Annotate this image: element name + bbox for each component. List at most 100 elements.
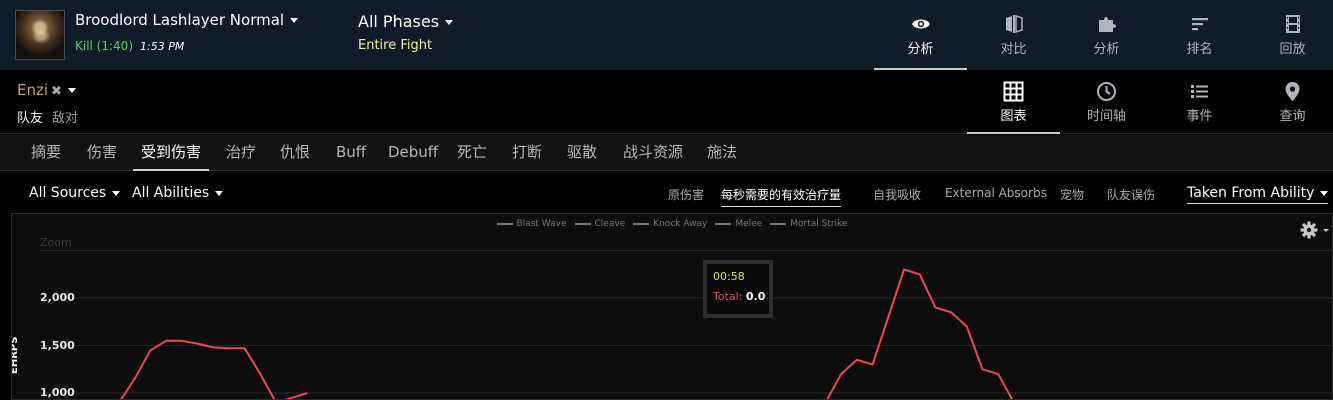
side-toggle: 队友 敌对 xyxy=(17,107,78,126)
topnav-label: 对比 xyxy=(1000,42,1027,57)
puzzle-icon xyxy=(1099,17,1116,32)
phase-select[interactable]: All Phases xyxy=(358,12,454,31)
topnav-replay[interactable]: 回放 xyxy=(1246,0,1333,70)
legend-swatch xyxy=(496,222,513,225)
phase-label: All Phases xyxy=(358,12,440,31)
zoom-label[interactable]: Zoom xyxy=(40,236,72,249)
taken-from-select[interactable]: Taken From Ability xyxy=(1187,185,1329,204)
legend-item[interactable]: Blast Wave xyxy=(496,219,567,229)
tab-threat[interactable]: 仇恨 xyxy=(272,135,318,171)
grid-icon xyxy=(1003,81,1024,102)
close-icon[interactable]: ✖ xyxy=(51,84,62,99)
legend-swatch xyxy=(715,222,732,225)
tab-healing[interactable]: 治疗 xyxy=(218,135,264,171)
chart-panel: Blast Wave Cleave Knock Away Melee Mortal St… xyxy=(11,213,1333,400)
topnav-compare[interactable]: 对比 xyxy=(967,0,1060,70)
fight-result: Kill (1:40) xyxy=(75,39,133,53)
chevron-down-icon xyxy=(1320,190,1329,196)
subtab-pets[interactable]: 宠物 xyxy=(1060,186,1084,203)
tooltip-value: 0.0 xyxy=(745,290,766,303)
tab-debuffs[interactable]: Debuff xyxy=(380,135,446,171)
abilities-filter[interactable]: All Abilities xyxy=(132,185,224,201)
taken-from-label: Taken From Ability xyxy=(1187,185,1315,201)
boss-name: Broodlord Lashlayer Normal xyxy=(75,11,285,29)
clock-icon xyxy=(1097,82,1116,101)
view-query[interactable]: 查询 xyxy=(1246,70,1333,134)
y-tick-label: 1,500 xyxy=(40,339,75,352)
abilities-label: All Abilities xyxy=(132,185,210,201)
view-tables[interactable]: 图表 xyxy=(967,70,1060,134)
fight-time: 1:53 PM xyxy=(140,40,185,53)
boss-select[interactable]: Broodlord Lashlayer Normal xyxy=(75,11,299,29)
tab-resources[interactable]: 战斗资源 xyxy=(615,135,691,171)
phase-subtitle: Entire Fight xyxy=(358,38,433,53)
gear-icon[interactable] xyxy=(1299,220,1331,240)
topnav-label: 分析 xyxy=(907,42,934,57)
player-select[interactable]: Enzi ✖ xyxy=(17,81,76,99)
report-tabs: 摘要 伤害 受到伤害 治疗 仇恨 Buff Debuff 死亡 打断 驱散 战斗… xyxy=(0,135,1333,171)
tab-deaths[interactable]: 死亡 xyxy=(449,135,495,171)
chevron-down-icon xyxy=(112,190,121,196)
subtab-self-absorbs[interactable]: 自我吸收 xyxy=(873,186,921,203)
legend-label: Mortal Strike xyxy=(790,219,848,229)
player-name: Enzi xyxy=(17,81,49,99)
list-icon xyxy=(1191,85,1208,98)
legend-item[interactable]: Melee xyxy=(715,219,762,229)
legend-swatch xyxy=(574,222,591,225)
compare-icon xyxy=(1006,14,1023,34)
chevron-down-icon xyxy=(445,20,454,25)
ehrps-chart[interactable] xyxy=(12,214,1333,400)
map-pin-icon xyxy=(1285,82,1300,101)
legend-item[interactable]: Mortal Strike xyxy=(770,219,847,229)
tab-summary[interactable]: 摘要 xyxy=(23,135,69,171)
topnav-analyze[interactable]: 分析 xyxy=(874,0,967,70)
chevron-down-icon xyxy=(290,18,299,23)
subtab-friendly-fire[interactable]: 队友误伤 xyxy=(1107,186,1155,203)
filter-bar: All Sources All Abilities 原伤害 每秒需要的有效治疗量… xyxy=(0,172,1333,214)
viewnav-label: 时间轴 xyxy=(1086,109,1126,124)
tab-casts[interactable]: 施法 xyxy=(699,135,745,171)
legend-label: Cleave xyxy=(594,219,626,229)
series-line-total[interactable] xyxy=(826,268,1014,400)
viewnav-label: 事件 xyxy=(1186,109,1213,124)
tab-damage-taken[interactable]: 受到伤害 xyxy=(133,135,210,171)
tab-damage-done[interactable]: 伤害 xyxy=(79,135,125,171)
y-tick-label: 1,000 xyxy=(40,386,75,399)
subtab-raw-damage[interactable]: 原伤害 xyxy=(668,186,704,203)
sources-label: All Sources xyxy=(29,185,107,201)
tooltip-time: 00:58 xyxy=(713,270,745,283)
legend-item[interactable]: Cleave xyxy=(574,219,626,229)
chevron-down-icon xyxy=(215,190,224,196)
legend-label: Knock Away xyxy=(653,219,708,229)
viewnav-label: 查询 xyxy=(1279,109,1306,124)
legend-label: Blast Wave xyxy=(516,219,567,229)
topnav-label: 分析 xyxy=(1093,42,1120,57)
enemy-toggle[interactable]: 敌对 xyxy=(52,111,78,126)
view-timeline[interactable]: 时间轴 xyxy=(1060,70,1153,134)
tooltip-key: Total: xyxy=(713,290,743,303)
subtab-ehrps[interactable]: 每秒需要的有效治疗量 xyxy=(721,186,842,207)
topnav-analyze-2[interactable]: 分析 xyxy=(1060,0,1153,70)
tab-interrupts[interactable]: 打断 xyxy=(504,135,550,171)
legend-swatch xyxy=(633,222,650,225)
friendly-toggle[interactable]: 队友 xyxy=(17,111,43,126)
tab-buffs[interactable]: Buff xyxy=(328,135,374,171)
tab-dispels[interactable]: 驱散 xyxy=(559,135,605,171)
sources-filter[interactable]: All Sources xyxy=(29,185,121,201)
topnav-rankings[interactable]: 排名 xyxy=(1153,0,1246,70)
subtab-external-absorbs[interactable]: External Absorbs xyxy=(945,186,1047,200)
viewnav-label: 图表 xyxy=(1000,109,1027,124)
boss-portrait-icon[interactable] xyxy=(15,10,65,60)
eye-icon xyxy=(912,19,930,29)
legend-item[interactable]: Knock Away xyxy=(633,219,707,229)
film-icon xyxy=(1286,15,1300,33)
top-bar: Broodlord Lashlayer Normal Kill (1:40) 1… xyxy=(0,0,1333,70)
chart-tooltip: 00:58 Total: 0.0 xyxy=(703,260,773,318)
series-line-total[interactable] xyxy=(119,339,308,400)
y-axis-label: EHRPS xyxy=(11,336,20,374)
chart-legend: Blast Wave Cleave Knock Away Melee Mortal St… xyxy=(12,219,1332,229)
view-events[interactable]: 事件 xyxy=(1153,70,1246,134)
legend-label: Melee xyxy=(735,219,763,229)
chevron-down-icon xyxy=(67,88,76,93)
y-tick-label: 2,000 xyxy=(40,291,75,304)
